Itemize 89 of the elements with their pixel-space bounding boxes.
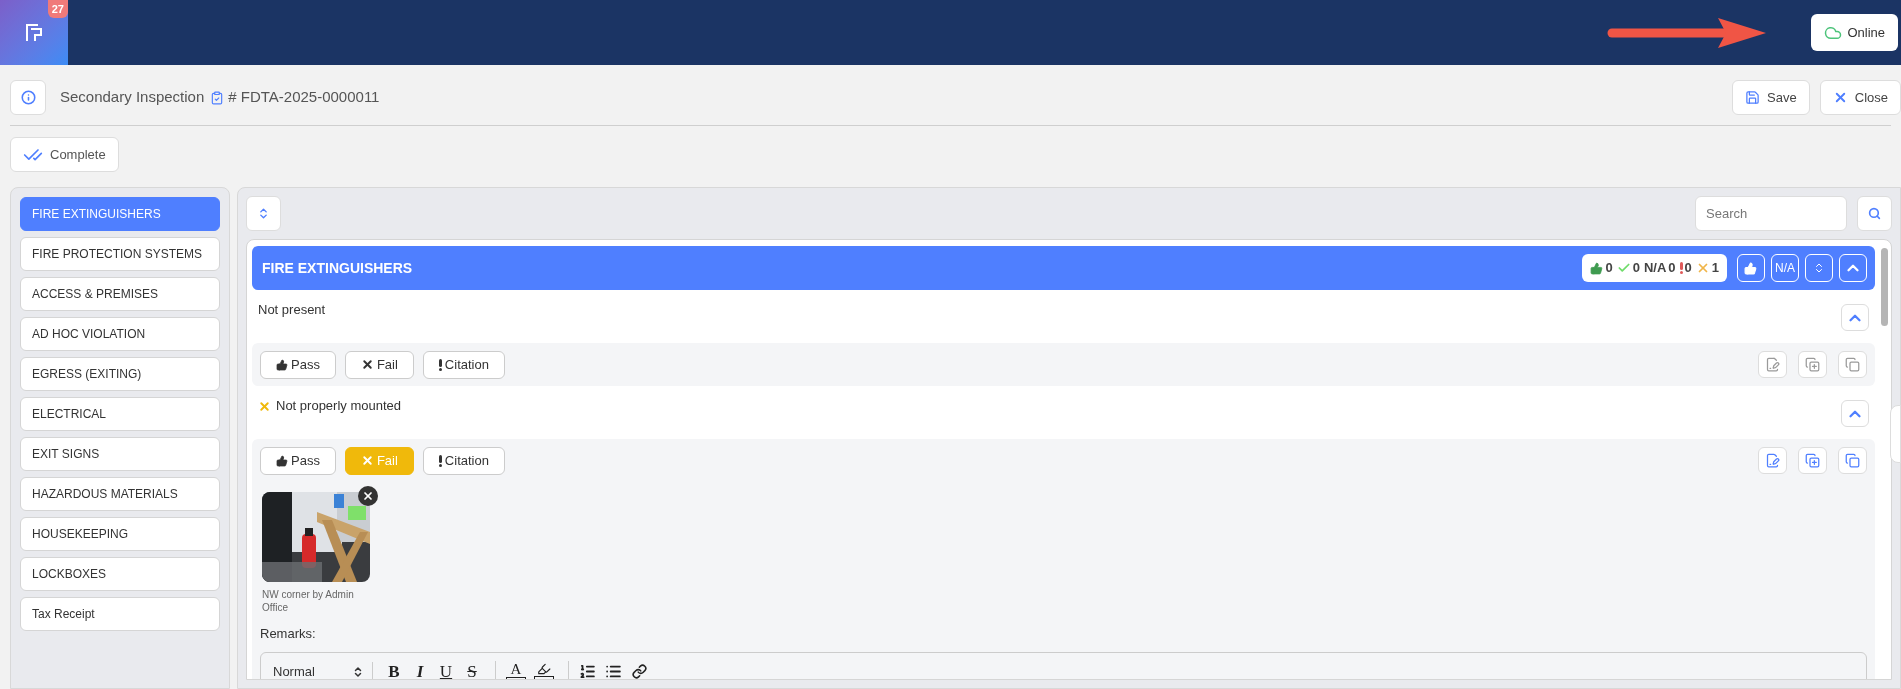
sidebar-item[interactable]: ELECTRICAL — [20, 397, 220, 431]
item-text: Not properly mounted — [276, 397, 401, 416]
count-value: 0 — [1668, 259, 1676, 278]
remarks-label: Remarks: — [260, 625, 317, 643]
sidebar-item[interactable]: HAZARDOUS MATERIALS — [20, 477, 220, 511]
info-button[interactable] — [10, 80, 46, 115]
up-down-icon — [1813, 262, 1825, 274]
citation-button[interactable]: Citation — [422, 446, 505, 475]
ordered-list-button[interactable] — [568, 660, 596, 679]
count-value: 0 — [1684, 259, 1692, 278]
clipboard-icon — [210, 90, 225, 105]
highlighter-icon — [537, 662, 551, 676]
collapse-button[interactable] — [1841, 304, 1869, 331]
save-button[interactable]: Save — [1732, 80, 1810, 115]
item-text: Not present — [258, 301, 326, 320]
close-icon — [360, 358, 374, 371]
copy-plus-icon — [1805, 357, 1820, 372]
close-button[interactable]: Close — [1819, 80, 1901, 115]
bullet-list-icon — [604, 663, 622, 679]
exclamation-icon — [438, 358, 442, 371]
link-icon — [631, 664, 647, 679]
sidebar-item[interactable]: FIRE EXTINGUISHERS — [20, 197, 220, 231]
up-down-icon — [352, 665, 364, 678]
notes-button[interactable] — [1758, 447, 1787, 474]
underline-button[interactable]: U — [437, 660, 455, 679]
copy-button[interactable] — [1838, 351, 1867, 378]
fail-mark-icon — [258, 399, 271, 413]
close-icon — [360, 454, 374, 467]
copy-icon — [1845, 453, 1860, 468]
sidebar-item[interactable]: AD HOC VIOLATION — [20, 317, 220, 351]
notification-badge: 27 — [47, 0, 68, 18]
note-edit-icon — [1765, 357, 1780, 372]
italic-button[interactable]: I — [411, 660, 429, 679]
sidebar-item[interactable]: HOUSEKEEPING — [20, 517, 220, 551]
logo-icon — [24, 22, 44, 43]
exclamation-icon — [1679, 262, 1683, 274]
online-status-button[interactable]: Online — [1811, 14, 1898, 51]
format-select[interactable]: Normal — [273, 661, 373, 679]
sidebar-item[interactable]: LOCKBOXES — [20, 557, 220, 591]
exclamation-icon — [438, 454, 442, 467]
sidebar-item[interactable]: EXIT SIGNS — [20, 437, 220, 471]
sidebar-item[interactable]: ACCESS & PREMISES — [20, 277, 220, 311]
thumbs-up-icon — [276, 454, 288, 467]
bold-button[interactable]: B — [385, 660, 403, 679]
text-color-button[interactable]: A — [495, 660, 526, 679]
search-button[interactable] — [1857, 196, 1892, 231]
citation-button[interactable]: Citation — [422, 350, 505, 379]
pass-button[interactable]: Pass — [260, 350, 336, 379]
photo-caption: NW corner by Admin Office — [262, 588, 355, 614]
copy-plus-icon — [1805, 453, 1820, 468]
save-icon — [1745, 90, 1761, 105]
sidebar-item[interactable]: Tax Receipt — [20, 597, 220, 631]
pass-button[interactable]: Pass — [260, 446, 336, 475]
na-all-button[interactable]: N/A — [1771, 254, 1799, 282]
sidebar-item[interactable]: FIRE PROTECTION SYSTEMS — [20, 237, 220, 271]
inspection-number: # FDTA-2025-0000011 — [228, 87, 380, 108]
count-label: N/A — [1643, 259, 1667, 278]
info-icon — [20, 90, 36, 105]
collapse-section-button[interactable] — [1839, 254, 1867, 282]
copy-button[interactable] — [1838, 447, 1867, 474]
check-icon — [1616, 261, 1631, 275]
thumbs-up-icon — [1590, 261, 1604, 275]
thumbs-up-icon — [276, 358, 288, 371]
thumbs-up-icon — [1744, 261, 1758, 275]
format-value: Normal — [273, 662, 315, 679]
count-value: 1 — [1711, 259, 1719, 278]
page-title: Secondary Inspection — [60, 87, 205, 108]
note-edit-icon — [1765, 453, 1780, 468]
fail-button[interactable]: Fail — [344, 350, 414, 379]
ordered-list-icon — [579, 663, 596, 679]
sort-section-button[interactable] — [1805, 254, 1833, 282]
strikethrough-button[interactable]: S — [463, 660, 481, 679]
copy-icon — [1845, 357, 1860, 372]
close-icon — [362, 490, 374, 502]
sidebar-item[interactable]: EGRESS (EXITING) — [20, 357, 220, 391]
notes-button[interactable] — [1758, 351, 1787, 378]
count-value: 0 — [1605, 259, 1613, 278]
add-copy-button[interactable] — [1798, 351, 1827, 378]
scrollbar[interactable] — [1881, 248, 1888, 326]
pass-all-button[interactable] — [1737, 254, 1765, 282]
section-title: FIRE EXTINGUISHERS — [262, 258, 413, 278]
search-icon — [1868, 207, 1881, 220]
remove-photo-button[interactable] — [358, 486, 378, 506]
add-copy-button[interactable] — [1798, 447, 1827, 474]
count-value: 0 — [1632, 259, 1640, 278]
complete-button[interactable]: Complete — [10, 137, 119, 172]
search-field[interactable]: Search — [1695, 196, 1847, 231]
collapse-button[interactable] — [1841, 400, 1869, 427]
up-down-icon — [257, 207, 270, 220]
